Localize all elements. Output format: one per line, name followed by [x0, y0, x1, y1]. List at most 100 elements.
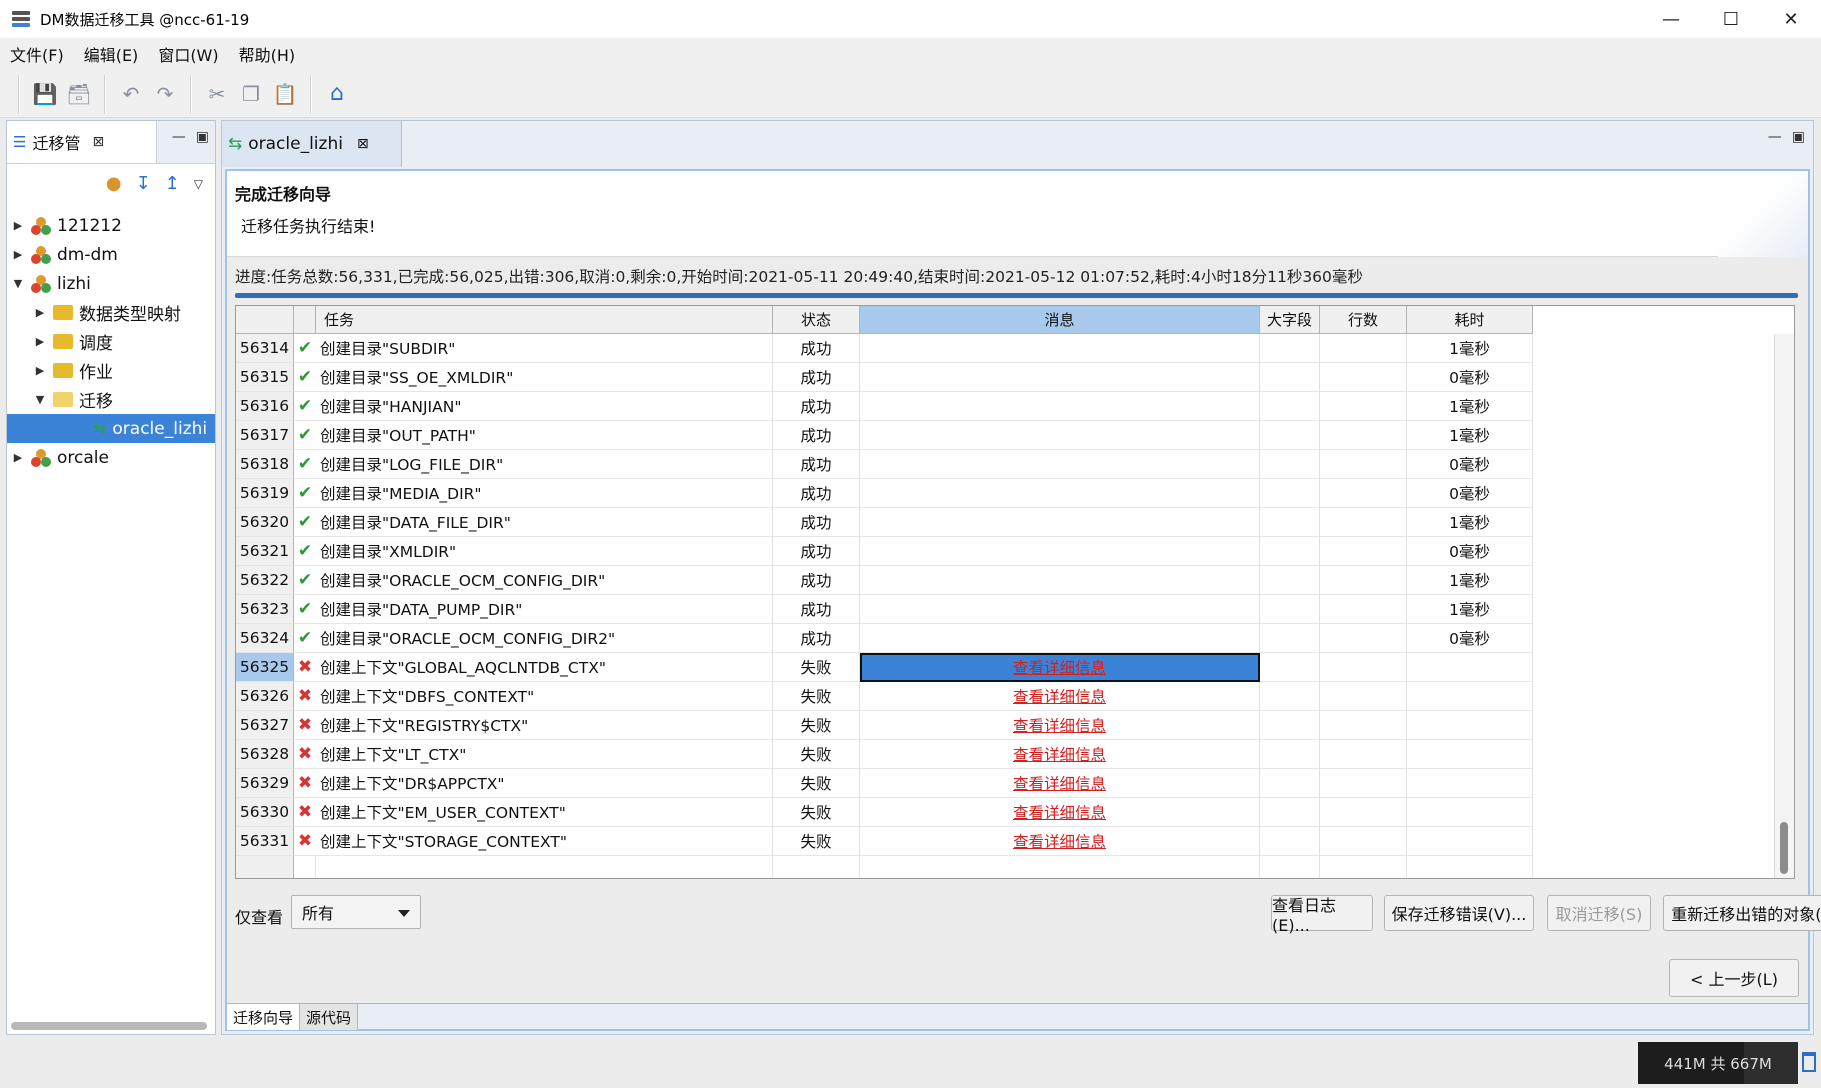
message-cell[interactable]: 查看详细信息 [860, 769, 1260, 798]
header-lob[interactable]: 大字段 [1260, 306, 1320, 334]
minimize-view-icon[interactable]: — [1768, 129, 1782, 145]
elapsed-cell: 0毫秒 [1407, 450, 1533, 479]
header-status[interactable]: 状态 [773, 306, 860, 334]
check-icon: ✔ [294, 334, 316, 363]
task-cell: 创建上下文"LT_CTX" [316, 740, 773, 769]
home-icon[interactable]: ⌂ [320, 77, 354, 111]
view-details-link[interactable]: 查看详细信息 [1013, 714, 1106, 736]
table-row[interactable]: 56322 ✔ 创建目录"ORACLE_OCM_CONFIG_DIR" 成功 1毫秒 [236, 566, 1533, 595]
view-log-button[interactable]: 查看日志(E)... [1271, 895, 1373, 935]
new-connection-icon[interactable]: ● [106, 173, 122, 194]
menu-window[interactable]: 窗口(W) [158, 42, 218, 66]
tree-item[interactable]: ⇆ oracle_lizhi [7, 414, 215, 443]
view-details-link[interactable]: 查看详细信息 [1013, 772, 1106, 794]
message-cell[interactable]: 查看详细信息 [860, 827, 1260, 856]
row-number: 56331 [236, 827, 294, 856]
table-row[interactable]: 56330 ✖ 创建上下文"EM_USER_CONTEXT" 失败 查看详细信息 [236, 798, 1533, 827]
minimize-view-icon[interactable]: — [172, 129, 186, 145]
view-details-link[interactable]: 查看详细信息 [1013, 656, 1106, 678]
import-icon[interactable]: ↧ [136, 173, 151, 194]
header-rows[interactable]: 行数 [1320, 306, 1407, 334]
filter-dropdown[interactable]: 所有 [291, 895, 421, 929]
close-tab-icon[interactable]: ⊠ [92, 134, 104, 150]
table-row[interactable]: 56329 ✖ 创建上下文"DR$APPCTX" 失败 查看详细信息 [236, 769, 1533, 798]
header-elapsed[interactable]: 耗时 [1407, 306, 1533, 334]
message-cell[interactable]: 查看详细信息 [860, 711, 1260, 740]
table-row[interactable]: 56318 ✔ 创建目录"LOG_FILE_DIR" 成功 0毫秒 [236, 450, 1533, 479]
undo-icon[interactable]: ↶ [114, 77, 148, 111]
chevron-right-icon[interactable]: ▶ [33, 335, 47, 348]
table-row[interactable]: 56315 ✔ 创建目录"SS_OE_XMLDIR" 成功 0毫秒 [236, 363, 1533, 392]
message-cell[interactable]: 查看详细信息 [860, 682, 1260, 711]
save-all-icon[interactable]: 🗃 [62, 77, 96, 111]
tab-source-code[interactable]: 源代码 [300, 1004, 359, 1030]
header-task[interactable]: 任务 [316, 306, 773, 334]
menu-edit[interactable]: 编辑(E) [84, 42, 139, 66]
minimize-button[interactable]: — [1641, 0, 1701, 38]
remigrate-errors-button[interactable]: 重新迁移出错的对象(R) [1663, 895, 1821, 931]
tree-item[interactable]: ▼ lizhi [7, 269, 215, 298]
garbage-collect-icon[interactable] [1802, 1052, 1816, 1072]
tree-item[interactable]: ▶ orcale [7, 443, 215, 472]
tree-item[interactable]: ▶ 作业 [7, 356, 215, 385]
table-row[interactable]: 56321 ✔ 创建目录"XMLDIR" 成功 0毫秒 [236, 537, 1533, 566]
table-row[interactable]: 56323 ✔ 创建目录"DATA_PUMP_DIR" 成功 1毫秒 [236, 595, 1533, 624]
maximize-view-icon[interactable]: ▣ [196, 129, 209, 145]
save-icon[interactable]: 💾 [28, 77, 62, 111]
table-row[interactable]: 56324 ✔ 创建目录"ORACLE_OCM_CONFIG_DIR2" 成功 0毫秒 [236, 624, 1533, 653]
message-cell[interactable]: 查看详细信息 [860, 798, 1260, 827]
close-tab-icon[interactable]: ⊠ [357, 136, 369, 152]
chevron-down-icon[interactable]: ▼ [11, 277, 25, 290]
tree-item[interactable]: ▶ 121212 [7, 211, 215, 240]
table-row[interactable]: 56327 ✖ 创建上下文"REGISTRY$CTX" 失败 查看详细信息 [236, 711, 1533, 740]
table-row[interactable]: 56317 ✔ 创建目录"OUT_PATH" 成功 1毫秒 [236, 421, 1533, 450]
table-row[interactable]: 56328 ✖ 创建上下文"LT_CTX" 失败 查看详细信息 [236, 740, 1533, 769]
tab-oracle-lizhi[interactable]: ⇆ oracle_lizhi ⊠ [222, 121, 402, 167]
chevron-right-icon[interactable]: ▶ [11, 219, 25, 232]
scrollbar-thumb[interactable] [1780, 822, 1788, 874]
chevron-right-icon[interactable]: ▶ [33, 364, 47, 377]
export-icon[interactable]: ↥ [165, 173, 180, 194]
previous-step-button[interactable]: < 上一步(L) [1669, 959, 1799, 997]
table-row[interactable]: 56320 ✔ 创建目录"DATA_FILE_DIR" 成功 1毫秒 [236, 508, 1533, 537]
table-row[interactable]: 56316 ✔ 创建目录"HANJIAN" 成功 1毫秒 [236, 392, 1533, 421]
view-details-link[interactable]: 查看详细信息 [1013, 830, 1106, 852]
copy-icon[interactable]: ❐ [234, 77, 268, 111]
chevron-right-icon[interactable]: ▶ [11, 248, 25, 261]
paste-icon[interactable]: 📋 [268, 77, 302, 111]
table-row[interactable]: 56331 ✖ 创建上下文"STORAGE_CONTEXT" 失败 查看详细信息 [236, 827, 1533, 856]
chevron-right-icon[interactable]: ▶ [33, 306, 47, 319]
message-cell[interactable]: 查看详细信息 [860, 740, 1260, 769]
header-message[interactable]: 消息 [860, 306, 1260, 334]
tab-migration-manager[interactable]: ☰ 迁移管 ⊠ [7, 121, 157, 163]
table-row[interactable]: 56325 ✖ 创建上下文"GLOBAL_AQCLNTDB_CTX" 失败 查看详细信息 [236, 653, 1533, 682]
save-errors-button[interactable]: 保存迁移错误(V)... [1384, 895, 1534, 931]
empty-cell [773, 856, 860, 878]
memory-indicator[interactable]: 441M 共 667M [1638, 1042, 1798, 1084]
table-row[interactable]: 56326 ✖ 创建上下文"DBFS_CONTEXT" 失败 查看详细信息 [236, 682, 1533, 711]
chevron-down-icon[interactable]: ▼ [33, 393, 47, 406]
tree-item[interactable]: ▶ 调度 [7, 327, 215, 356]
maximize-button[interactable]: ☐ [1701, 0, 1761, 38]
horizontal-scrollbar[interactable] [11, 1022, 207, 1030]
chevron-right-icon[interactable]: ▶ [11, 451, 25, 464]
cut-icon[interactable]: ✂ [200, 77, 234, 111]
cancel-migration-button[interactable]: 取消迁移(S) [1547, 895, 1651, 931]
tab-migration-wizard[interactable]: 迁移向导 [227, 1004, 301, 1030]
redo-icon[interactable]: ↷ [148, 77, 182, 111]
message-cell[interactable]: 查看详细信息 [860, 653, 1260, 682]
table-row[interactable]: 56319 ✔ 创建目录"MEDIA_DIR" 成功 0毫秒 [236, 479, 1533, 508]
menu-help[interactable]: 帮助(H) [239, 42, 296, 66]
vertical-scrollbar[interactable] [1774, 334, 1794, 878]
table-row[interactable]: 56314 ✔ 创建目录"SUBDIR" 成功 1毫秒 [236, 334, 1533, 363]
menu-file[interactable]: 文件(F) [10, 42, 64, 66]
maximize-view-icon[interactable]: ▣ [1792, 129, 1805, 145]
tree-item[interactable]: ▶ dm-dm [7, 240, 215, 269]
view-menu-icon[interactable]: ▽ [194, 177, 203, 191]
view-details-link[interactable]: 查看详细信息 [1013, 801, 1106, 823]
tree-item[interactable]: ▼ 迁移 [7, 385, 215, 414]
tree-item[interactable]: ▶ 数据类型映射 [7, 298, 215, 327]
view-details-link[interactable]: 查看详细信息 [1013, 743, 1106, 765]
close-button[interactable]: ✕ [1761, 0, 1821, 38]
view-details-link[interactable]: 查看详细信息 [1013, 685, 1106, 707]
